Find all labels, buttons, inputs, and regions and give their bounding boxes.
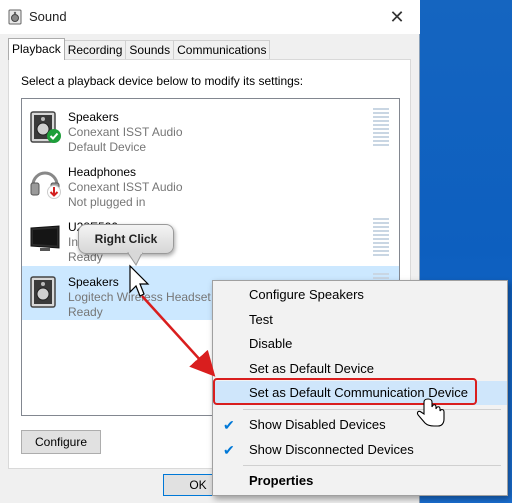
right-click-callout: Right Click — [78, 224, 174, 254]
menu-separator — [243, 465, 501, 466]
tab-sounds[interactable]: Sounds — [125, 40, 175, 60]
configure-button[interactable]: Configure — [21, 430, 101, 454]
device-name: Headphones — [68, 165, 137, 179]
speaker-icon — [8, 9, 22, 25]
device-status: Not plugged in — [68, 195, 146, 209]
device-driver: In — [68, 235, 79, 249]
device-status: Default Device — [68, 140, 147, 154]
menu-item-test[interactable]: Test — [213, 308, 507, 332]
tab-communications[interactable]: Communications — [173, 40, 271, 60]
menu-item-label: Configure Speakers — [249, 287, 364, 302]
device-driver: Conexant ISST Audio — [68, 180, 183, 194]
menu-item-label: Show Disabled Devices — [249, 417, 386, 432]
volume-meter — [373, 108, 389, 148]
close-button[interactable]: ✕ — [374, 0, 420, 34]
title-bar: Sound ✕ — [0, 0, 420, 34]
menu-item-show-disconnected-devices[interactable]: ✔ Show Disconnected Devices — [213, 438, 507, 462]
menu-item-label: Disable — [249, 336, 293, 351]
close-icon: ✕ — [389, 6, 405, 27]
monitor-icon — [30, 225, 60, 251]
device-name: Speakers — [68, 110, 119, 124]
speaker-icon — [30, 111, 61, 143]
instruction-text: Select a playback device below to modify… — [21, 74, 304, 88]
checkmark-icon: ✔ — [223, 442, 235, 458]
device-row-speakers-conexant[interactable]: Speakers Conexant ISST Audio Default Dev… — [22, 101, 399, 155]
volume-meter — [373, 218, 389, 258]
checkmark-icon: ✔ — [223, 417, 235, 433]
device-row-headphones[interactable]: Headphones Conexant ISST Audio Not plugg… — [22, 156, 399, 210]
device-driver: Logitech Wireless Headset — [68, 290, 211, 304]
menu-item-properties[interactable]: Properties — [213, 469, 507, 493]
annotation-highlight-box — [213, 378, 477, 405]
device-status: Ready — [68, 305, 103, 319]
menu-separator — [243, 409, 501, 410]
menu-item-label: Test — [249, 312, 273, 327]
window-title: Sound — [29, 9, 67, 24]
tab-strip: Playback Recording Sounds Communications — [8, 38, 271, 60]
device-name: Speakers — [68, 275, 119, 289]
tab-recording[interactable]: Recording — [63, 40, 127, 60]
speaker-icon — [30, 276, 56, 308]
menu-item-show-disabled-devices[interactable]: ✔ Show Disabled Devices — [213, 413, 507, 437]
menu-item-label: Show Disconnected Devices — [249, 442, 414, 457]
menu-item-label: Properties — [249, 473, 314, 488]
device-driver: Conexant ISST Audio — [68, 125, 183, 139]
menu-item-disable[interactable]: Disable — [213, 332, 507, 356]
menu-item-configure-speakers[interactable]: Configure Speakers — [213, 283, 507, 307]
headphones-icon — [30, 171, 61, 199]
tab-playback[interactable]: Playback — [8, 38, 65, 60]
